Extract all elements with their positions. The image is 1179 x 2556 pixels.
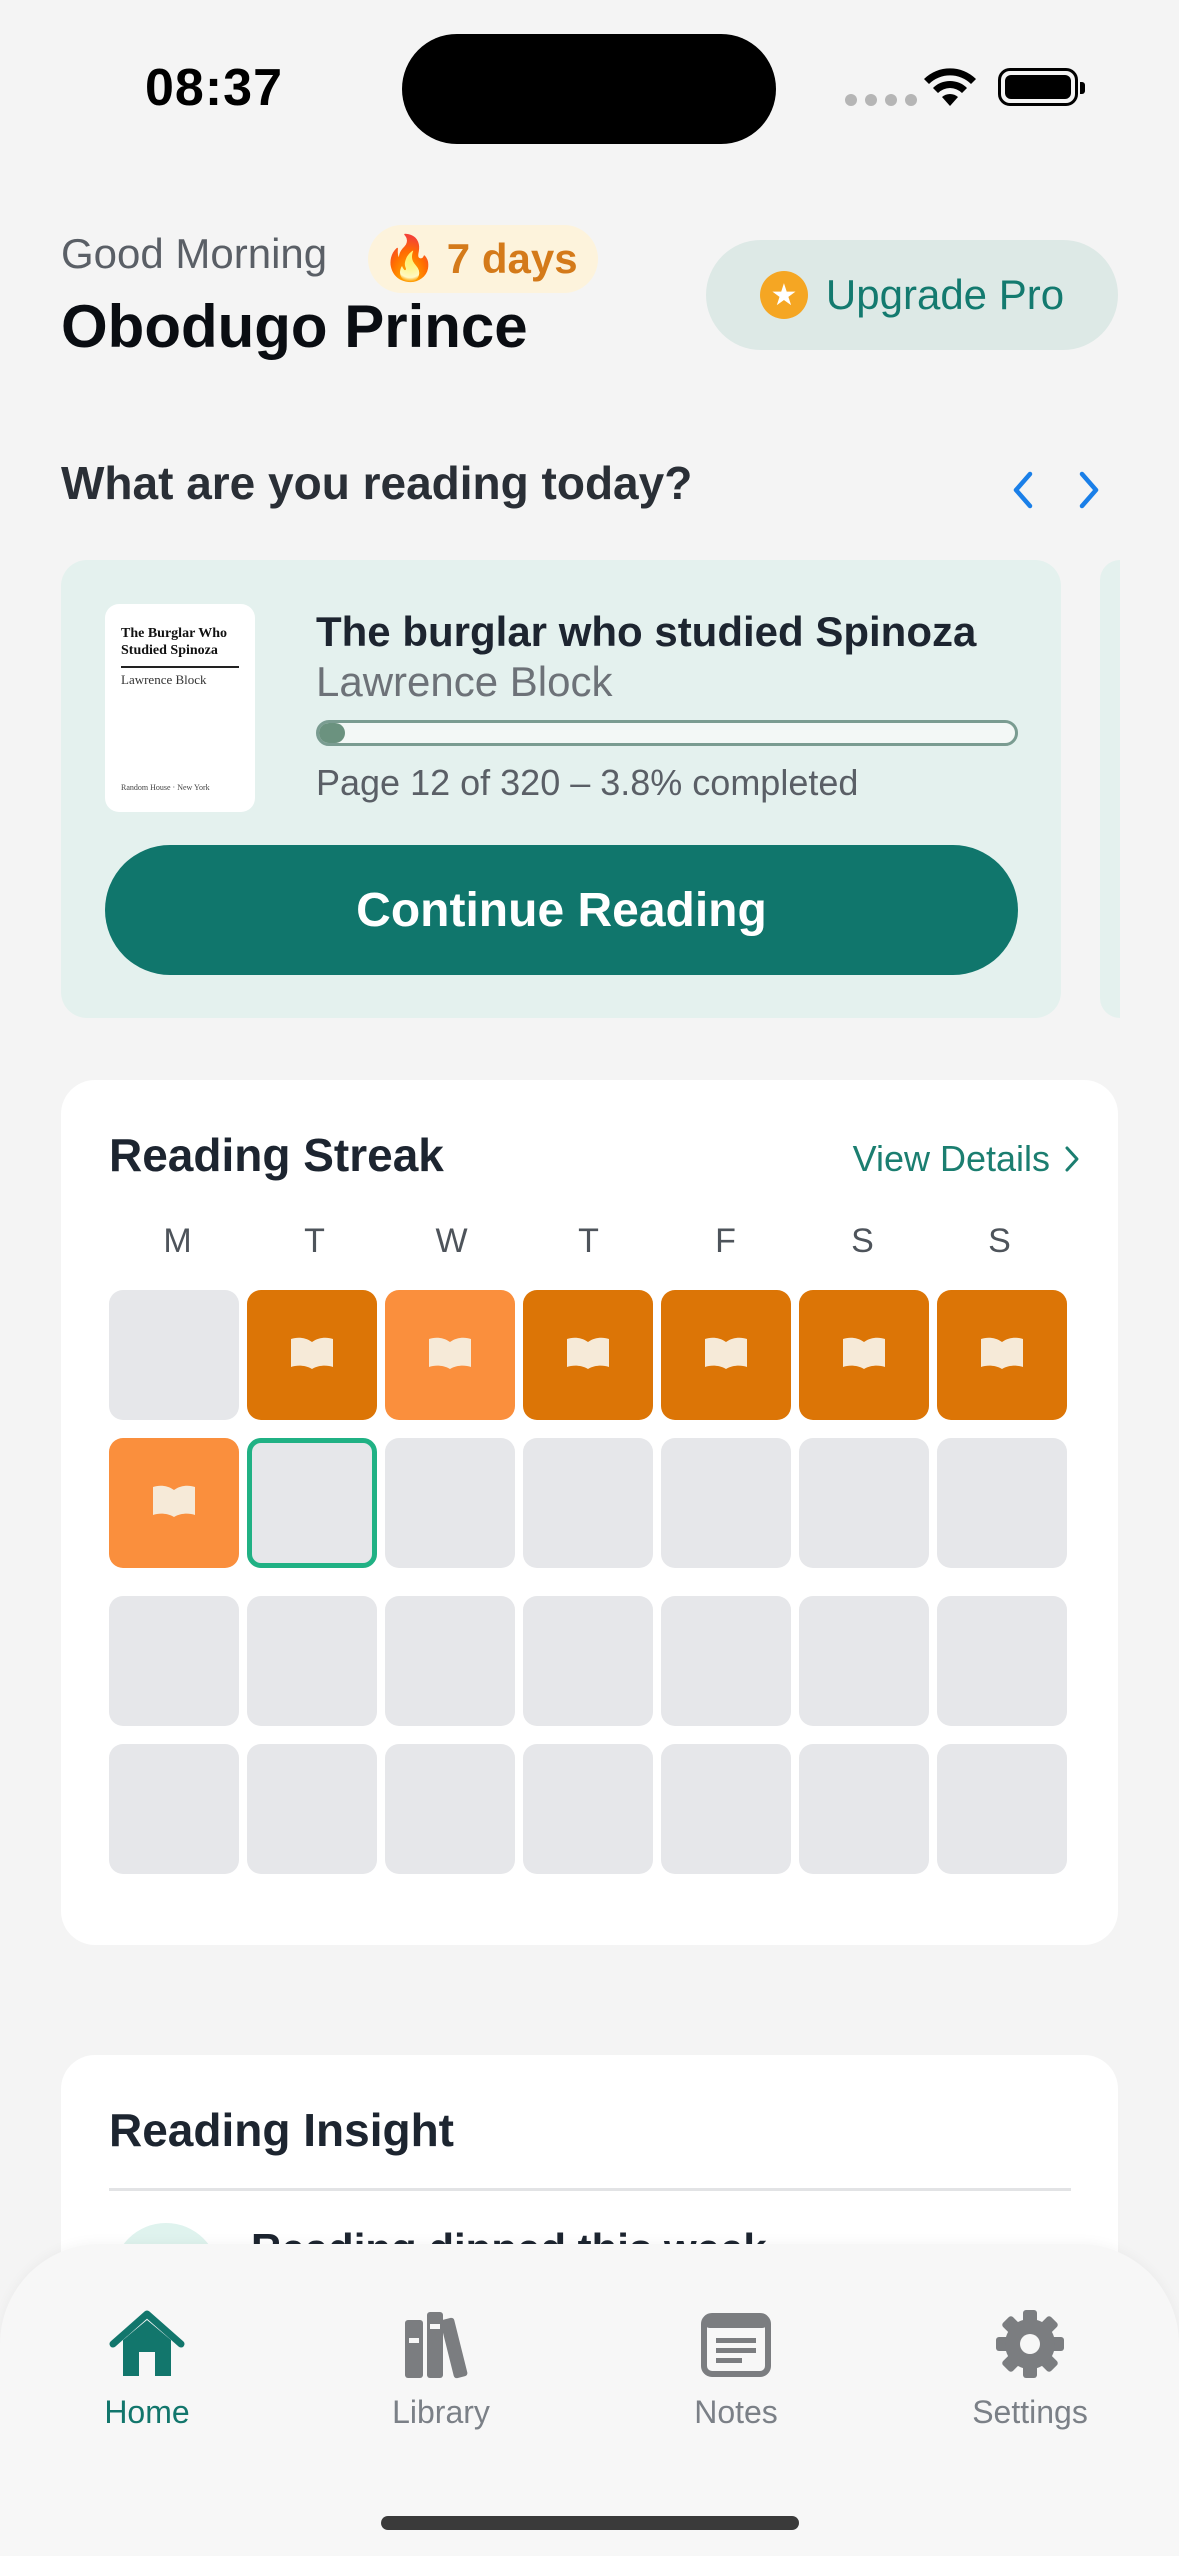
streak-day-empty[interactable] xyxy=(109,1744,239,1874)
streak-day-today[interactable] xyxy=(247,1438,377,1568)
streak-day-empty[interactable] xyxy=(937,1438,1067,1568)
streak-day-empty[interactable] xyxy=(385,1744,515,1874)
streak-days-badge: 🔥 7 days xyxy=(368,225,598,293)
streak-calendar-grid xyxy=(109,1290,1069,1892)
weekday-label: T xyxy=(304,1222,325,1260)
streak-day-empty[interactable] xyxy=(385,1596,515,1726)
open-book-icon xyxy=(289,1336,335,1375)
tab-notes-label: Notes xyxy=(694,2394,778,2430)
current-book-card[interactable]: The Burglar Who Studied Spinoza Lawrence… xyxy=(61,560,1061,1018)
cover-title: The Burglar Who Studied Spinoza xyxy=(121,626,228,658)
streak-day-empty[interactable] xyxy=(385,1438,515,1568)
streak-day-read[interactable] xyxy=(523,1290,653,1420)
streak-day-read[interactable] xyxy=(247,1290,377,1420)
tab-home-label: Home xyxy=(104,2394,190,2430)
open-book-icon xyxy=(841,1336,887,1375)
streak-week-row xyxy=(109,1290,1069,1420)
streak-days-label: 7 days xyxy=(446,235,578,282)
battery-icon xyxy=(998,68,1085,106)
page-progress-text: Page 12 of 320 – 3.8% completed xyxy=(316,762,859,803)
weekday-labels: MTWTFSS xyxy=(109,1222,1069,1261)
wifi-icon xyxy=(924,68,976,106)
chevron-right-icon[interactable] xyxy=(1076,470,1102,515)
view-details-label: View Details xyxy=(852,1138,1050,1179)
home-indicator[interactable] xyxy=(381,2516,799,2530)
streak-week-row xyxy=(109,1596,1069,1726)
open-book-icon xyxy=(427,1336,473,1375)
notes-icon xyxy=(701,2313,771,2377)
reading-streak-card: Reading Streak View Details M T W T F S S xyxy=(61,1080,1118,1945)
cellular-signal-icon xyxy=(845,94,917,106)
streak-day-empty[interactable] xyxy=(109,1290,239,1420)
streak-day-empty[interactable] xyxy=(109,1596,239,1726)
open-book-icon xyxy=(979,1336,1025,1375)
divider xyxy=(109,2188,1071,2191)
streak-day-read[interactable] xyxy=(385,1290,515,1420)
chevron-left-icon[interactable] xyxy=(1010,470,1036,515)
streak-day-empty[interactable] xyxy=(523,1596,653,1726)
reading-progress-bar xyxy=(316,720,1018,746)
chevron-right-icon xyxy=(1065,1146,1079,1172)
books-icon xyxy=(405,2312,468,2379)
open-book-icon xyxy=(151,1484,197,1523)
cover-author: Lawrence Block xyxy=(121,671,207,687)
streak-day-empty[interactable] xyxy=(799,1438,929,1568)
tab-home[interactable]: Home xyxy=(27,2308,267,2431)
streak-day-read[interactable] xyxy=(661,1290,791,1420)
book-author: Lawrence Block xyxy=(316,658,613,705)
status-bar: 08:37 xyxy=(0,0,1179,170)
status-time: 08:37 xyxy=(145,59,283,117)
upgrade-pro-button[interactable]: ★ Upgrade Pro xyxy=(706,240,1118,350)
tab-settings[interactable]: Settings xyxy=(910,2308,1150,2431)
streak-day-empty[interactable] xyxy=(799,1596,929,1726)
streak-day-empty[interactable] xyxy=(661,1596,791,1726)
book-cover: The Burglar Who Studied Spinoza Lawrence… xyxy=(105,604,255,812)
star-icon: ★ xyxy=(759,271,808,319)
tab-library-label: Library xyxy=(392,2394,490,2430)
weekday-label: T xyxy=(578,1222,599,1260)
reading-progress-fill xyxy=(319,723,346,743)
reading-streak-title: Reading Streak xyxy=(109,1129,444,1181)
streak-day-read[interactable] xyxy=(799,1290,929,1420)
weekday-label: S xyxy=(988,1222,1011,1260)
view-details-link[interactable]: View Details xyxy=(853,1138,1080,1180)
tab-notes[interactable]: Notes xyxy=(616,2308,856,2431)
greeting-text: Good Morning xyxy=(61,230,328,277)
carousel-nav xyxy=(1010,470,1102,515)
open-book-icon xyxy=(565,1336,611,1375)
bottom-tab-bar: Home Library Notes Settings xyxy=(0,2244,1179,2556)
streak-day-empty[interactable] xyxy=(799,1744,929,1874)
dynamic-island xyxy=(402,34,776,144)
tab-library[interactable]: Library xyxy=(321,2308,561,2431)
upgrade-pro-label: Upgrade Pro xyxy=(825,271,1065,318)
book-title: The burglar who studied Spinoza xyxy=(316,608,977,655)
streak-day-empty[interactable] xyxy=(523,1744,653,1874)
tab-settings-label: Settings xyxy=(972,2394,1088,2430)
streak-day-empty[interactable] xyxy=(937,1596,1067,1726)
streak-day-empty[interactable] xyxy=(247,1744,377,1874)
reading-insight-title: Reading Insight xyxy=(109,2104,454,2156)
streak-day-empty[interactable] xyxy=(661,1438,791,1568)
streak-week-row xyxy=(109,1744,1069,1874)
streak-day-read[interactable] xyxy=(109,1438,239,1568)
reading-today-heading: What are you reading today? xyxy=(61,457,693,509)
user-name: Obodugo Prince xyxy=(61,293,528,360)
open-book-icon xyxy=(703,1336,749,1375)
streak-week-row xyxy=(109,1438,1069,1568)
next-book-card-peek[interactable] xyxy=(1100,560,1120,1018)
streak-day-empty[interactable] xyxy=(247,1596,377,1726)
streak-day-empty[interactable] xyxy=(661,1744,791,1874)
continue-reading-button[interactable]: Continue Reading xyxy=(105,845,1018,975)
gear-icon xyxy=(996,2310,1064,2378)
streak-day-read[interactable] xyxy=(937,1290,1067,1420)
weekday-label: F xyxy=(715,1222,736,1260)
streak-day-empty[interactable] xyxy=(523,1438,653,1568)
flame-icon: 🔥 xyxy=(382,234,437,283)
weekday-label: S xyxy=(851,1222,874,1260)
home-icon xyxy=(109,2310,185,2376)
weekday-label: M xyxy=(163,1222,192,1260)
streak-day-empty[interactable] xyxy=(937,1744,1067,1874)
weekday-label: W xyxy=(435,1222,468,1260)
cover-publisher: Random House · New York xyxy=(121,783,210,792)
